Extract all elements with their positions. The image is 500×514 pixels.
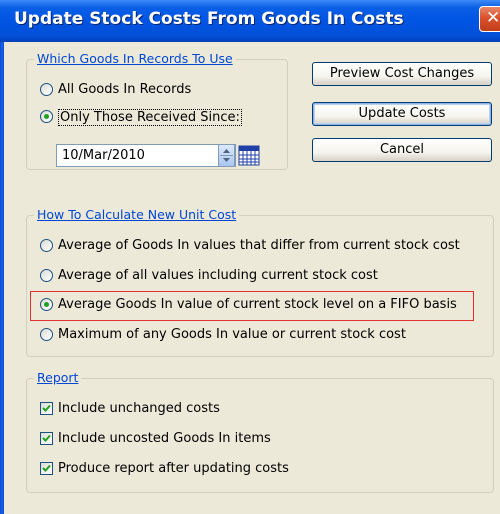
checkbox[interactable] <box>40 462 53 475</box>
calc-group-legend: How To Calculate New Unit Cost <box>34 207 240 222</box>
radio-label: Average of Goods In values that differ f… <box>58 238 460 253</box>
close-icon: ✕ <box>486 8 500 28</box>
close-button[interactable]: ✕ <box>479 6 500 32</box>
dialog-window: Update Stock Costs From Goods In Costs ✕… <box>0 0 500 514</box>
checkbox[interactable] <box>40 432 53 445</box>
checkbox-label: Include unchanged costs <box>58 401 220 416</box>
spinner-icon[interactable] <box>218 144 235 167</box>
radio-button[interactable] <box>40 239 53 252</box>
radio-button[interactable] <box>40 269 53 282</box>
checkbox[interactable] <box>40 402 53 415</box>
title-bar: Update Stock Costs From Goods In Costs ✕ <box>0 0 500 42</box>
update-costs-button[interactable]: Update Costs <box>312 102 492 126</box>
radio-label: Only Those Received Since: <box>58 109 242 126</box>
radio-label: Average Goods In value of current stock … <box>58 297 457 312</box>
date-field[interactable]: 10/Mar/2010 <box>56 144 236 167</box>
radio-selected-dot <box>44 302 49 307</box>
radio-label: All Goods In Records <box>58 82 192 97</box>
window-title: Update Stock Costs From Goods In Costs <box>14 9 404 29</box>
calendar-icon[interactable] <box>238 145 260 167</box>
date-value: 10/Mar/2010 <box>62 148 145 163</box>
radio-label: Maximum of any Goods In value or current… <box>58 327 406 342</box>
radio-button[interactable] <box>40 110 53 123</box>
radio-button[interactable] <box>40 298 53 311</box>
records-group-legend: Which Goods In Records To Use <box>34 51 236 66</box>
checkbox-label: Produce report after updating costs <box>58 461 289 476</box>
checkbox-label: Include uncosted Goods In items <box>58 431 271 446</box>
report-group-legend: Report <box>34 370 82 385</box>
radio-button[interactable] <box>40 83 53 96</box>
cancel-button[interactable]: Cancel <box>312 138 492 162</box>
radio-button[interactable] <box>40 328 53 341</box>
radio-label: Average of all values including current … <box>58 268 378 283</box>
preview-cost-changes-button[interactable]: Preview Cost Changes <box>312 62 492 86</box>
radio-selected-dot <box>44 114 49 119</box>
